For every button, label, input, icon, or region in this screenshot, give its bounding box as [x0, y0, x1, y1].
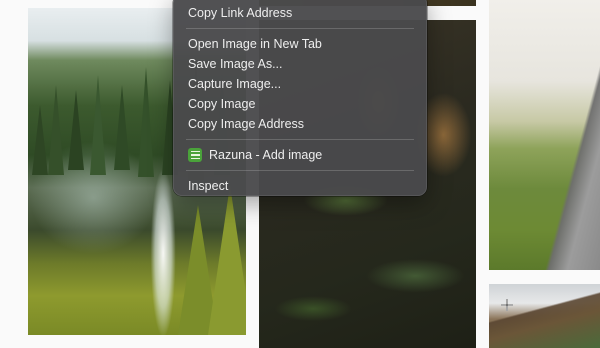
tree-shape: [48, 85, 64, 175]
menu-separator: [186, 28, 414, 29]
menu-item-razuna-add-image[interactable]: Razuna - Add image: [174, 145, 426, 165]
menu-item-label: Open Image in New Tab: [188, 37, 322, 51]
gallery-image-boardwalk[interactable]: [489, 0, 600, 270]
menu-item-save-image-as[interactable]: Save Image As...: [174, 54, 426, 74]
menu-item-label: Save Image As...: [188, 57, 283, 71]
menu-item-label: Copy Image: [188, 97, 256, 111]
menu-item-copy-image[interactable]: Copy Image: [174, 94, 426, 114]
menu-item-open-image-new-tab[interactable]: Open Image in New Tab: [174, 34, 426, 54]
tree-shape: [114, 85, 130, 170]
menu-item-inspect[interactable]: Inspect: [174, 176, 426, 196]
tree-shape: [138, 67, 154, 177]
menu-item-label: Copy Image Address: [188, 117, 305, 131]
tree-shape: [90, 75, 106, 175]
move-cursor-icon: [501, 299, 513, 311]
menu-item-label: Razuna - Add image: [209, 148, 323, 162]
tree-shape: [208, 185, 246, 335]
menu-item-copy-link-address[interactable]: Copy Link Address: [174, 3, 426, 23]
menu-item-copy-image-address[interactable]: Copy Image Address: [174, 114, 426, 134]
menu-item-label: Capture Image...: [188, 77, 282, 91]
tree-shape: [32, 105, 48, 175]
menu-item-label: Copy Link Address: [188, 6, 293, 20]
razuna-extension-icon: [188, 148, 202, 162]
menu-separator: [186, 170, 414, 171]
menu-item-capture-image[interactable]: Capture Image...: [174, 74, 426, 94]
gallery-image-mountain[interactable]: [489, 284, 600, 348]
menu-separator: [186, 139, 414, 140]
context-menu: Copy Link Address Open Image in New Tab …: [173, 0, 427, 196]
menu-item-label: Inspect: [188, 179, 229, 193]
tree-shape: [68, 90, 84, 170]
